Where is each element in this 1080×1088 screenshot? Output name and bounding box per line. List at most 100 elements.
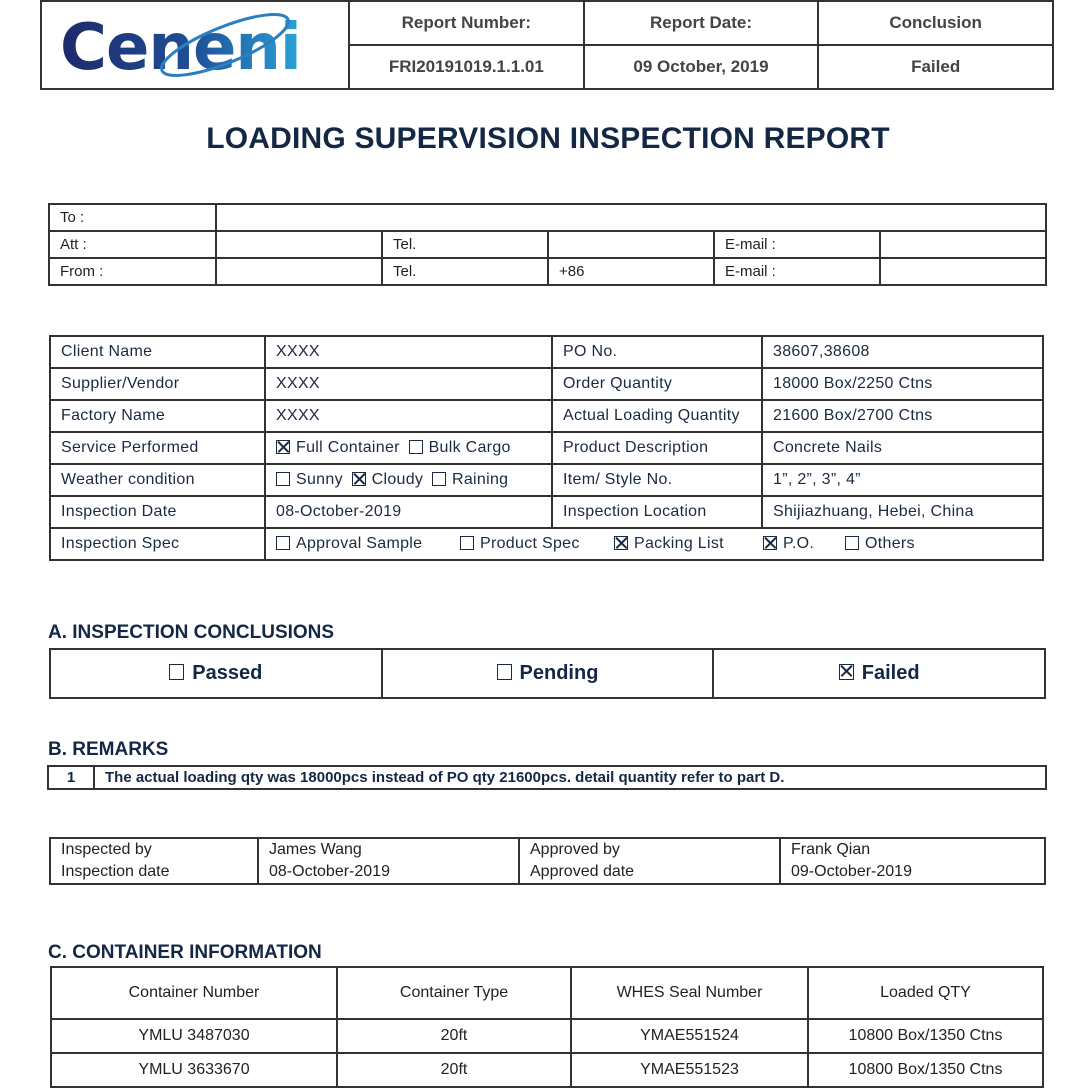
client-name-value: XXXX <box>264 335 553 369</box>
from-email-value <box>879 257 1047 286</box>
conclusion-label: Conclusion <box>817 0 1054 46</box>
inspected-by-value: James Wang <box>269 841 362 858</box>
checkbox[interactable] <box>169 664 185 680</box>
section-a-heading: A. INSPECTION CONCLUSIONS <box>48 622 335 643</box>
location-value: Shijiazhuang, Hebei, China <box>761 495 1044 529</box>
report-date-label: Report Date: <box>582 0 820 46</box>
seal-number: YMAE551524 <box>570 1018 809 1054</box>
from-tel-label: Tel. <box>381 257 549 286</box>
signoff-table: Inspected by Inspection date James Wang 08… <box>49 837 1046 885</box>
service-option-full-container[interactable]: Full Container <box>276 439 400 456</box>
spec-option-po[interactable]: P.O. <box>763 535 841 553</box>
report-number-label: Report Number: <box>348 0 585 46</box>
to-label: To : <box>48 203 217 232</box>
approved-date-label: Approved date <box>530 863 635 880</box>
table-row: YMLU 3487030 20ft YMAE551524 10800 Box/1… <box>50 1018 1044 1054</box>
factory-label: Factory Name <box>49 399 266 433</box>
approved-by-value: Frank Qian <box>791 841 871 858</box>
conclusions-table: Passed Pending Failed <box>49 648 1046 699</box>
spec-option-packing-list[interactable]: Packing List <box>614 535 759 553</box>
report-header: Ceneni Report Number: Report Date: Concl… <box>40 0 1054 90</box>
po-no-value: 38607,38608 <box>761 335 1044 369</box>
from-tel-value: +86 <box>547 257 715 286</box>
checkbox[interactable] <box>276 472 290 486</box>
client-name-label: Client Name <box>49 335 266 369</box>
po-no-label: PO No. <box>551 335 763 369</box>
spec-option-approval-sample[interactable]: Approval Sample <box>276 535 456 553</box>
option-label: Raining <box>451 471 509 488</box>
container-header-row: Container Number Container Type WHES Sea… <box>50 966 1044 1020</box>
order-qty-value: 18000 Box/2250 Ctns <box>761 367 1044 401</box>
conclusion-failed[interactable]: Failed <box>712 648 1046 699</box>
checkbox[interactable] <box>276 536 290 550</box>
loaded-qty: 10800 Box/1350 Ctns <box>807 1052 1044 1088</box>
att-tel-value <box>547 230 715 259</box>
weather-options: Sunny Cloudy Raining <box>264 463 553 497</box>
option-label: Bulk Cargo <box>428 439 511 456</box>
service-label: Service Performed <box>49 431 266 465</box>
inspected-values: James Wang 08-October-2019 <box>257 837 520 885</box>
inspection-date-label: Inspection date <box>61 863 170 880</box>
remarks-table: 1 The actual loading qty was 18000pcs in… <box>47 765 1047 790</box>
actual-qty-label: Actual Loading Quantity <box>551 399 763 433</box>
option-label: Product Spec <box>480 535 580 552</box>
seal-number: YMAE551523 <box>570 1052 809 1088</box>
remark-row: 1 The actual loading qty was 18000pcs in… <box>47 765 1047 790</box>
weather-option-raining[interactable]: Raining <box>431 471 509 488</box>
spec-option-others[interactable]: Others <box>845 535 915 553</box>
column-header: WHES Seal Number <box>570 966 809 1020</box>
conclusion-value: Failed <box>817 44 1054 90</box>
spec-options: Approval Sample Product Spec Packing List P… <box>264 527 1044 561</box>
weather-label: Weather condition <box>49 463 266 497</box>
container-number: YMLU 3487030 <box>50 1018 338 1054</box>
container-type: 20ft <box>336 1018 572 1054</box>
att-label: Att : <box>48 230 217 259</box>
att-email-value <box>879 230 1047 259</box>
conclusion-passed[interactable]: Passed <box>49 648 383 699</box>
supplier-label: Supplier/Vendor <box>49 367 266 401</box>
remark-text: The actual loading qty was 18000pcs inst… <box>93 765 1047 790</box>
checkbox-checked[interactable] <box>276 440 290 454</box>
table-row: YMLU 3633670 20ft YMAE551523 10800 Box/1… <box>50 1052 1044 1088</box>
conclusion-pending[interactable]: Pending <box>380 648 715 699</box>
column-header: Container Number <box>50 966 338 1020</box>
ceneni-logo: Ceneni <box>60 11 302 85</box>
contact-table: To : Att : Tel. E-mail : From : Tel. +86… <box>48 203 1047 286</box>
inspection-date-value: 08-October-2019 <box>269 863 390 880</box>
option-label: Pending <box>519 662 599 684</box>
inspected-labels: Inspected by Inspection date <box>49 837 259 885</box>
product-desc-label: Product Description <box>551 431 763 465</box>
container-number: YMLU 3633670 <box>50 1052 338 1088</box>
loaded-qty: 10800 Box/1350 Ctns <box>807 1018 1044 1054</box>
checkbox-checked[interactable] <box>838 664 854 680</box>
inspected-by-label: Inspected by <box>61 841 152 858</box>
container-type: 20ft <box>336 1052 572 1088</box>
supplier-value: XXXX <box>264 367 553 401</box>
from-label: From : <box>48 257 217 286</box>
option-label: Sunny <box>296 471 343 488</box>
location-label: Inspection Location <box>551 495 763 529</box>
item-label: Item/ Style No. <box>551 463 763 497</box>
checkbox[interactable] <box>460 536 474 550</box>
checkbox[interactable] <box>408 440 423 454</box>
section-c-heading: C. CONTAINER INFORMATION <box>48 942 322 963</box>
checkbox[interactable] <box>431 472 446 486</box>
inspection-date-value: 08-October-2019 <box>264 495 553 529</box>
option-label: Passed <box>192 662 263 684</box>
factory-value: XXXX <box>264 399 553 433</box>
checkbox-checked[interactable] <box>351 472 366 486</box>
checkbox-checked[interactable] <box>614 536 628 550</box>
checkbox[interactable] <box>845 536 859 550</box>
order-qty-label: Order Quantity <box>551 367 763 401</box>
att-value <box>215 230 383 259</box>
approved-values: Frank Qian 09-October-2019 <box>779 837 1046 885</box>
checkbox[interactable] <box>496 664 512 680</box>
approved-date-value: 09-October-2019 <box>791 863 912 880</box>
spec-option-product-spec[interactable]: Product Spec <box>460 535 610 553</box>
checkbox-checked[interactable] <box>763 536 777 550</box>
weather-option-cloudy[interactable]: Cloudy <box>351 471 424 488</box>
remark-number: 1 <box>47 765 95 790</box>
weather-option-sunny[interactable]: Sunny <box>276 471 343 488</box>
option-label: P.O. <box>783 535 815 552</box>
service-option-bulk-cargo[interactable]: Bulk Cargo <box>408 439 511 456</box>
